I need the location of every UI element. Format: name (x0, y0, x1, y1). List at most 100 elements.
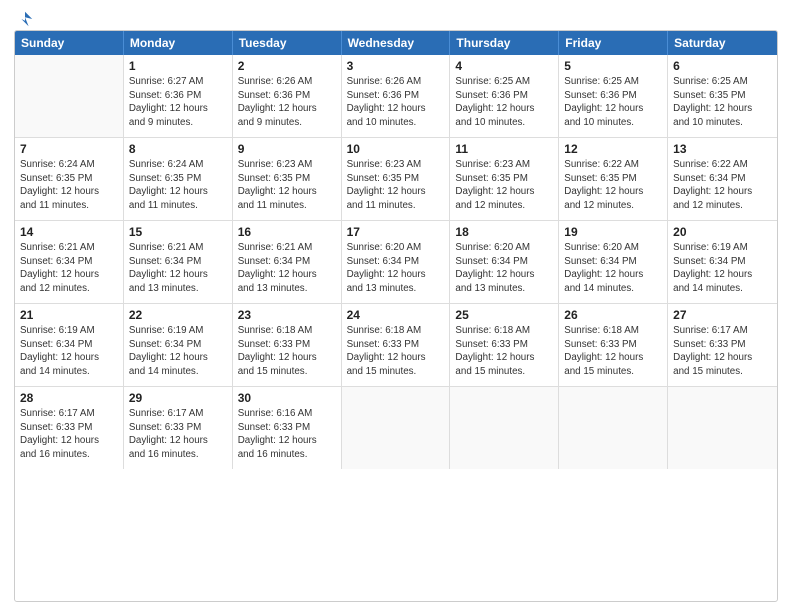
calendar-cell: 6Sunrise: 6:25 AMSunset: 6:35 PMDaylight… (668, 55, 777, 137)
day-number: 11 (455, 142, 553, 156)
header-day-wednesday: Wednesday (342, 31, 451, 55)
day-info: Sunrise: 6:20 AMSunset: 6:34 PMDaylight:… (455, 241, 553, 296)
day-number: 20 (673, 225, 772, 239)
header-day-friday: Friday (559, 31, 668, 55)
day-info: Sunrise: 6:18 AMSunset: 6:33 PMDaylight:… (238, 324, 336, 379)
header-day-tuesday: Tuesday (233, 31, 342, 55)
day-info: Sunrise: 6:19 AMSunset: 6:34 PMDaylight:… (129, 324, 227, 379)
calendar-cell: 19 Sunrise: 6:20 AMSunset: 6:34 PMDayligh… (559, 221, 668, 303)
logo-text (14, 10, 34, 28)
day-number: 28 (20, 391, 118, 405)
calendar-cell: 2 Sunrise: 6:26 AMSunset: 6:36 PMDaylight… (233, 55, 342, 137)
day-number: 23 (238, 308, 336, 322)
day-number: 4 (455, 59, 553, 73)
calendar-cell: 1 Sunrise: 6:27 AMSunset: 6:36 PMDaylight… (124, 55, 233, 137)
day-number: 24 (347, 308, 445, 322)
day-info: Sunrise: 6:21 AMSunset: 6:34 PMDaylight:… (20, 241, 118, 296)
day-number: 25 (455, 308, 553, 322)
day-number: 27 (673, 308, 772, 322)
calendar-cell: 4 Sunrise: 6:25 AMSunset: 6:36 PMDaylight… (450, 55, 559, 137)
header-day-thursday: Thursday (450, 31, 559, 55)
day-info: Sunrise: 6:26 AMSunset: 6:36 PMDaylight:… (238, 75, 336, 130)
header-day-monday: Monday (124, 31, 233, 55)
day-number: 14 (20, 225, 118, 239)
calendar-cell: 10 Sunrise: 6:23 AMSunset: 6:35 PMDayligh… (342, 138, 451, 220)
calendar: SundayMondayTuesdayWednesdayThursdayFrid… (14, 30, 778, 602)
day-number: 17 (347, 225, 445, 239)
calendar-cell: 14 Sunrise: 6:21 AMSunset: 6:34 PMDayligh… (15, 221, 124, 303)
calendar-cell: 8 Sunrise: 6:24 AMSunset: 6:35 PMDaylight… (124, 138, 233, 220)
day-info: Sunrise: 6:21 AMSunset: 6:34 PMDaylight:… (129, 241, 227, 296)
calendar-body: 1 Sunrise: 6:27 AMSunset: 6:36 PMDaylight… (15, 55, 777, 469)
day-info: Sunrise: 6:18 AMSunset: 6:33 PMDaylight:… (455, 324, 553, 379)
day-number: 8 (129, 142, 227, 156)
day-number: 19 (564, 225, 662, 239)
calendar-week-2: 7 Sunrise: 6:24 AMSunset: 6:35 PMDaylight… (15, 138, 777, 221)
calendar-cell: 11 Sunrise: 6:23 AMSunset: 6:35 PMDayligh… (450, 138, 559, 220)
header-day-sunday: Sunday (15, 31, 124, 55)
day-number: 5 (564, 59, 662, 73)
day-info: Sunrise: 6:20 AMSunset: 6:34 PMDaylight:… (347, 241, 445, 296)
day-info: Sunrise: 6:26 AMSunset: 6:36 PMDaylight:… (347, 75, 445, 130)
calendar-week-1: 1 Sunrise: 6:27 AMSunset: 6:36 PMDaylight… (15, 55, 777, 138)
day-number: 12 (564, 142, 662, 156)
calendar-cell: 13 Sunrise: 6:22 AMSunset: 6:34 PMDayligh… (668, 138, 777, 220)
day-info: Sunrise: 6:23 AMSunset: 6:35 PMDaylight:… (455, 158, 553, 213)
day-info: Sunrise: 6:25 AMSunset: 6:36 PMDaylight:… (564, 75, 662, 130)
day-info: Sunrise: 6:19 AMSunset: 6:34 PMDaylight:… (673, 241, 772, 296)
day-number: 3 (347, 59, 445, 73)
day-number: 22 (129, 308, 227, 322)
calendar-cell: 26Sunrise: 6:18 AMSunset: 6:33 PMDayligh… (559, 304, 668, 386)
day-info: Sunrise: 6:24 AMSunset: 6:35 PMDaylight:… (129, 158, 227, 213)
calendar-cell: 12 Sunrise: 6:22 AMSunset: 6:35 PMDayligh… (559, 138, 668, 220)
calendar-cell: 25 Sunrise: 6:18 AMSunset: 6:33 PMDayligh… (450, 304, 559, 386)
day-info: Sunrise: 6:25 AMSunset: 6:36 PMDaylight:… (455, 75, 553, 130)
day-info: Sunrise: 6:25 AMSunset: 6:35 PMDaylight:… (673, 75, 772, 130)
day-info: Sunrise: 6:23 AMSunset: 6:35 PMDaylight:… (238, 158, 336, 213)
day-number: 2 (238, 59, 336, 73)
day-info: Sunrise: 6:22 AMSunset: 6:34 PMDaylight:… (673, 158, 772, 213)
day-number: 7 (20, 142, 118, 156)
calendar-week-5: 28 Sunrise: 6:17 AMSunset: 6:33 PMDayligh… (15, 387, 777, 469)
calendar-cell: 16 Sunrise: 6:21 AMSunset: 6:34 PMDayligh… (233, 221, 342, 303)
day-info: Sunrise: 6:22 AMSunset: 6:35 PMDaylight:… (564, 158, 662, 213)
calendar-cell: 22 Sunrise: 6:19 AMSunset: 6:34 PMDayligh… (124, 304, 233, 386)
day-number: 30 (238, 391, 336, 405)
day-info: Sunrise: 6:27 AMSunset: 6:36 PMDaylight:… (129, 75, 227, 130)
day-info: Sunrise: 6:21 AMSunset: 6:34 PMDaylight:… (238, 241, 336, 296)
day-info: Sunrise: 6:17 AMSunset: 6:33 PMDaylight:… (673, 324, 772, 379)
calendar-cell: 15Sunrise: 6:21 AMSunset: 6:34 PMDayligh… (124, 221, 233, 303)
logo (14, 10, 34, 24)
calendar-cell: 21Sunrise: 6:19 AMSunset: 6:34 PMDayligh… (15, 304, 124, 386)
header-day-saturday: Saturday (668, 31, 777, 55)
calendar-cell (668, 387, 777, 469)
day-number: 13 (673, 142, 772, 156)
day-number: 21 (20, 308, 118, 322)
page: SundayMondayTuesdayWednesdayThursdayFrid… (0, 0, 792, 612)
day-info: Sunrise: 6:17 AMSunset: 6:33 PMDaylight:… (20, 407, 118, 462)
day-number: 16 (238, 225, 336, 239)
header (14, 10, 778, 24)
day-number: 9 (238, 142, 336, 156)
calendar-cell: 17 Sunrise: 6:20 AMSunset: 6:34 PMDayligh… (342, 221, 451, 303)
calendar-cell (15, 55, 124, 137)
calendar-cell: 27 Sunrise: 6:17 AMSunset: 6:33 PMDayligh… (668, 304, 777, 386)
logo-bird-icon (16, 10, 34, 28)
calendar-cell: 18 Sunrise: 6:20 AMSunset: 6:34 PMDayligh… (450, 221, 559, 303)
calendar-cell: 23 Sunrise: 6:18 AMSunset: 6:33 PMDayligh… (233, 304, 342, 386)
day-info: Sunrise: 6:18 AMSunset: 6:33 PMDaylight:… (347, 324, 445, 379)
calendar-cell: 29Sunrise: 6:17 AMSunset: 6:33 PMDayligh… (124, 387, 233, 469)
calendar-cell: 5 Sunrise: 6:25 AMSunset: 6:36 PMDaylight… (559, 55, 668, 137)
calendar-header: SundayMondayTuesdayWednesdayThursdayFrid… (15, 31, 777, 55)
day-info: Sunrise: 6:20 AMSunset: 6:34 PMDaylight:… (564, 241, 662, 296)
day-info: Sunrise: 6:23 AMSunset: 6:35 PMDaylight:… (347, 158, 445, 213)
day-number: 18 (455, 225, 553, 239)
calendar-cell: 7Sunrise: 6:24 AMSunset: 6:35 PMDaylight… (15, 138, 124, 220)
day-number: 26 (564, 308, 662, 322)
calendar-cell: 28 Sunrise: 6:17 AMSunset: 6:33 PMDayligh… (15, 387, 124, 469)
calendar-cell: 9 Sunrise: 6:23 AMSunset: 6:35 PMDaylight… (233, 138, 342, 220)
calendar-week-3: 14 Sunrise: 6:21 AMSunset: 6:34 PMDayligh… (15, 221, 777, 304)
day-number: 1 (129, 59, 227, 73)
calendar-cell (450, 387, 559, 469)
day-number: 10 (347, 142, 445, 156)
